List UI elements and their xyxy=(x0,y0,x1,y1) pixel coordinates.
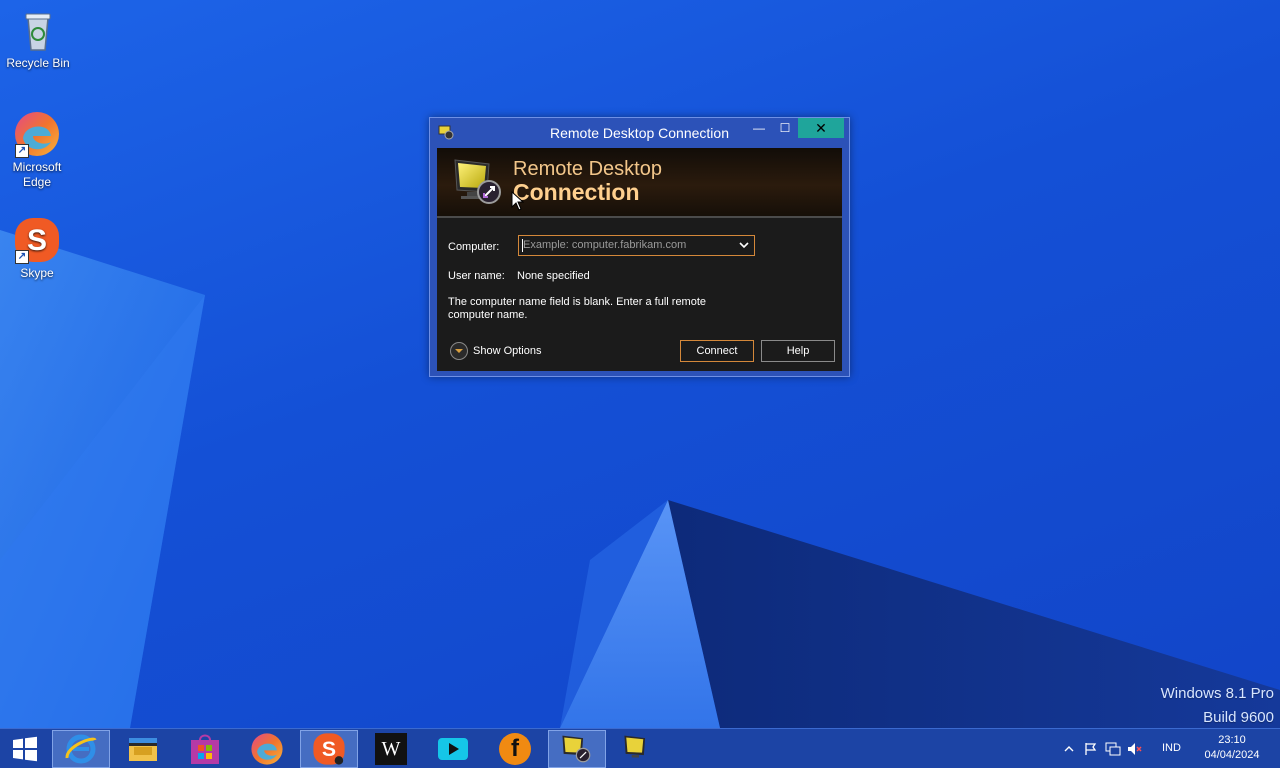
start-button[interactable] xyxy=(0,730,50,768)
desktop-icon-recycle-bin[interactable]: Recycle Bin xyxy=(2,6,74,71)
desktop-icon-label: Recycle Bin xyxy=(6,56,70,70)
computer-combobox[interactable]: Example: computer.fabrikam.com xyxy=(518,235,755,256)
title-bar[interactable]: Remote Desktop Connection — ☐ ✕ xyxy=(430,118,849,148)
close-button[interactable]: ✕ xyxy=(798,118,844,138)
taskbar-app-youtube[interactable] xyxy=(424,730,482,768)
store-icon xyxy=(191,734,219,764)
validation-message: The computer name field is blank. Enter … xyxy=(448,296,707,321)
skype-icon: S ↗ xyxy=(13,216,61,264)
help-button[interactable]: Help xyxy=(761,340,835,362)
recycle-bin-icon xyxy=(14,6,62,54)
svg-text:S: S xyxy=(27,224,47,257)
taskbar-app-wikipedia[interactable]: W xyxy=(362,730,420,768)
mouse-pointer-icon xyxy=(511,190,525,211)
username-label: User name: xyxy=(448,270,505,282)
taskbar-app-remote-desktop[interactable] xyxy=(548,730,606,768)
connect-button[interactable]: Connect xyxy=(680,340,754,362)
remote-desktop-window: Remote Desktop Connection — ☐ ✕ Remote D… xyxy=(429,117,850,377)
maximize-button[interactable]: ☐ xyxy=(772,118,798,138)
computer-placeholder: Example: computer.fabrikam.com xyxy=(523,239,687,251)
network-icon[interactable] xyxy=(1102,729,1124,768)
desktop-icon-edge[interactable]: ↗ Microsoft Edge xyxy=(1,110,73,190)
volume-muted-icon[interactable] xyxy=(1124,729,1146,768)
taskbar-app-file-explorer[interactable] xyxy=(114,730,172,768)
taskbar-app-edge[interactable] xyxy=(238,730,296,768)
shortcut-arrow-icon: ↗ xyxy=(15,144,29,158)
window-client-area: Remote Desktop Connection Computer: Exam… xyxy=(437,148,842,371)
minimize-button[interactable]: — xyxy=(746,118,772,138)
show-hidden-icons-chevron-icon[interactable] xyxy=(1058,729,1080,768)
wikipedia-icon: W xyxy=(375,733,407,765)
username-value: None specified xyxy=(517,270,590,282)
banner: Remote Desktop Connection xyxy=(437,148,842,218)
desktop-icon-skype[interactable]: S ↗ Skype xyxy=(1,216,73,281)
action-center-flag-icon[interactable] xyxy=(1080,729,1102,768)
windows-logo-icon xyxy=(13,736,37,762)
clock[interactable]: 23:10 04/04/2024 xyxy=(1198,733,1266,763)
remote-desktop-logo-icon xyxy=(451,154,507,210)
system-tray xyxy=(1058,729,1146,768)
remote-desktop-icon-2 xyxy=(624,735,646,758)
file-explorer-icon xyxy=(129,738,157,761)
shortcut-arrow-icon: ↗ xyxy=(15,250,29,264)
chevron-down-icon[interactable] xyxy=(738,239,750,251)
clock-date: 04/04/2024 xyxy=(1204,749,1260,761)
taskbar: S W f IND 23:10 04/04/2024 xyxy=(0,728,1280,768)
desktop-icon-label: Skype xyxy=(20,266,54,280)
taskbar-app-remote-desktop-2[interactable] xyxy=(610,730,668,768)
computer-label: Computer: xyxy=(448,241,500,253)
expand-chevron-icon xyxy=(450,342,468,360)
watermark-edition: Windows 8.1 Pro xyxy=(1160,685,1274,702)
desktop-icon-label: Microsoft Edge xyxy=(12,160,62,189)
youtube-icon xyxy=(438,738,468,760)
facebook-icon: f xyxy=(499,733,531,765)
banner-title-line2: Connection xyxy=(513,179,640,205)
taskbar-app-internet-explorer[interactable] xyxy=(52,730,110,768)
watermark-build: Build 9600 xyxy=(1203,709,1274,726)
show-options-toggle[interactable]: Show Options xyxy=(450,341,541,361)
svg-text:S: S xyxy=(322,737,336,761)
taskbar-app-facebook[interactable]: f xyxy=(486,730,544,768)
banner-title-line1: Remote Desktop xyxy=(513,158,662,180)
skype-icon: S xyxy=(313,733,345,765)
internet-explorer-icon xyxy=(65,734,97,764)
clock-time: 23:10 xyxy=(1218,734,1246,746)
remote-desktop-icon xyxy=(562,735,591,763)
taskbar-app-skype[interactable]: S xyxy=(300,730,358,768)
taskbar-app-store[interactable] xyxy=(176,730,234,768)
edge-icon xyxy=(251,733,283,765)
input-language-indicator[interactable]: IND xyxy=(1162,742,1181,754)
show-options-label: Show Options xyxy=(473,345,542,357)
edge-icon: ↗ xyxy=(13,110,61,158)
